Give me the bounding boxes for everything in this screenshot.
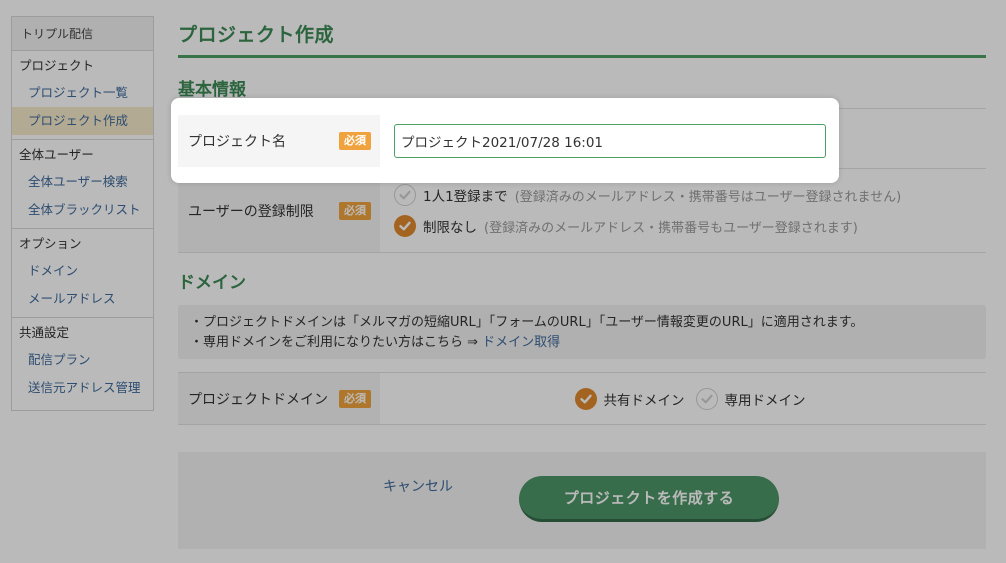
domain-info-line1: ・プロジェクトドメインは「メルマガの短縮URL」「フォームのURL」「ユーザー情… (190, 315, 864, 330)
radio-dedicated-domain[interactable]: 専用ドメイン (695, 383, 806, 414)
page-title: プロジェクト作成 (178, 16, 986, 58)
project-name-input[interactable] (394, 124, 826, 158)
row-project-domain: プロジェクトドメイン 必須 共有ドメイン 専用ドメイン (178, 372, 986, 425)
radio-no-limit[interactable]: 制限なし (登録済みのメールアドレス・携帯番号もユーザー登録されます) (394, 211, 986, 242)
cancel-link[interactable]: キャンセル (383, 476, 453, 496)
action-bar: キャンセル プロジェクトを作成する (178, 452, 986, 549)
radio-note-one-per-person: (登録済みのメールアドレス・携帯番号はユーザー登録されません) (514, 189, 902, 205)
row-project-name: プロジェクト名 必須 (178, 115, 832, 167)
project-domain-options: 共有ドメイン 専用ドメイン (380, 373, 986, 424)
main-content: プロジェクト作成 基本情報 ユーザーの登録制限 必須 1人1登録まで (登録済み… (178, 16, 986, 549)
project-domain-label: プロジェクトドメイン (188, 391, 328, 408)
required-badge: 必須 (339, 389, 371, 408)
sidebar-app-name: トリプル配信 (12, 17, 153, 51)
sidebar-item-mail-address[interactable]: メールアドレス (12, 285, 153, 313)
registration-limit-label: ユーザーの登録制限 (188, 203, 314, 220)
sidebar-group-common-settings: 共通設定 配信プラン 送信元アドレス管理 (12, 318, 153, 406)
radio-label-shared-domain: 共有ドメイン (603, 392, 685, 409)
project-name-label: プロジェクト名 (188, 134, 286, 150)
check-icon[interactable] (695, 387, 718, 410)
radio-one-per-person[interactable]: 1人1登録まで (登録済みのメールアドレス・携帯番号はユーザー登録されません) (394, 180, 986, 211)
sidebar-group-all-users: 全体ユーザー 全体ユーザー検索 全体ブラックリスト (12, 140, 153, 229)
highlight-panel: プロジェクト名 必須 (171, 98, 839, 183)
sidebar-heading-project: プロジェクト (19, 58, 95, 73)
check-icon[interactable] (394, 184, 416, 206)
required-badge: 必須 (339, 201, 371, 220)
domain-info-box: ・プロジェクトドメインは「メルマガの短縮URL」「フォームのURL」「ユーザー情… (178, 305, 986, 359)
row-label-project-name: プロジェクト名 必須 (178, 115, 380, 167)
sidebar-group-options: オプション ドメイン メールアドレス (12, 229, 153, 318)
domain-acquire-link[interactable]: ドメイン取得 (482, 335, 560, 350)
sidebar-item-project-list[interactable]: プロジェクト一覧 (12, 79, 153, 107)
check-icon[interactable] (394, 215, 416, 237)
sidebar-item-domain[interactable]: ドメイン (12, 257, 153, 285)
radio-label-one-per-person: 1人1登録まで (423, 189, 508, 205)
sidebar: トリプル配信 プロジェクト プロジェクト一覧 プロジェクト作成 全体ユーザー 全… (11, 16, 154, 411)
sidebar-item-user-search[interactable]: 全体ユーザー検索 (12, 168, 153, 196)
radio-shared-domain[interactable]: 共有ドメイン (574, 383, 685, 414)
radio-note-no-limit: (登録済みのメールアドレス・携帯番号もユーザー登録されます) (484, 220, 858, 236)
sidebar-heading-common-settings: 共通設定 (19, 325, 70, 340)
domain-info-line2: ・専用ドメインをご利用になりたい方はこちら ⇒ ドメイン取得 (190, 333, 976, 353)
sidebar-heading-options: オプション (19, 236, 82, 251)
sidebar-item-sender-address[interactable]: 送信元アドレス管理 (12, 374, 153, 402)
radio-label-no-limit: 制限なし (423, 220, 477, 236)
required-badge: 必須 (339, 132, 371, 150)
row-label-project-domain: プロジェクトドメイン 必須 (178, 373, 380, 424)
sidebar-item-delivery-plan[interactable]: 配信プラン (12, 346, 153, 374)
sidebar-heading-all-users: 全体ユーザー (19, 147, 94, 162)
sidebar-item-blacklist[interactable]: 全体ブラックリスト (12, 196, 153, 224)
sidebar-group-project: プロジェクト プロジェクト一覧 プロジェクト作成 (12, 51, 153, 140)
check-icon[interactable] (574, 387, 597, 410)
section-title-domain: ドメイン (178, 273, 246, 293)
create-project-button[interactable]: プロジェクトを作成する (519, 476, 779, 522)
domain-info-line2-text: ・専用ドメインをご利用になりたい方はこちら ⇒ (190, 335, 483, 350)
radio-label-dedicated-domain: 専用ドメイン (724, 392, 806, 409)
sidebar-item-project-create[interactable]: プロジェクト作成 (12, 107, 153, 135)
